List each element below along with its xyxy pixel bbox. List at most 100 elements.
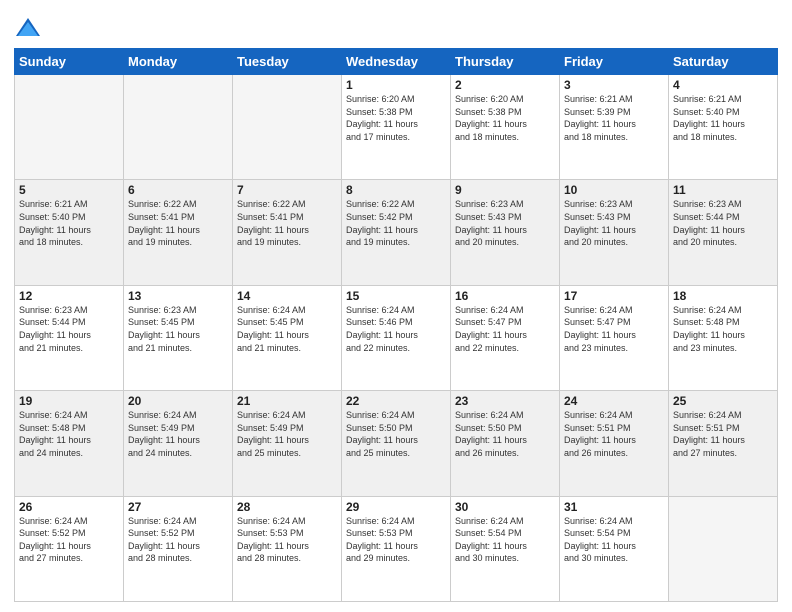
calendar-cell: 5Sunrise: 6:21 AM Sunset: 5:40 PM Daylig…: [15, 180, 124, 285]
day-info: Sunrise: 6:24 AM Sunset: 5:46 PM Dayligh…: [346, 304, 446, 354]
day-number: 16: [455, 289, 555, 303]
weekday-header-row: SundayMondayTuesdayWednesdayThursdayFrid…: [15, 49, 778, 75]
day-info: Sunrise: 6:24 AM Sunset: 5:53 PM Dayligh…: [346, 515, 446, 565]
day-info: Sunrise: 6:24 AM Sunset: 5:49 PM Dayligh…: [237, 409, 337, 459]
calendar-cell: 13Sunrise: 6:23 AM Sunset: 5:45 PM Dayli…: [124, 285, 233, 390]
calendar-week-2: 12Sunrise: 6:23 AM Sunset: 5:44 PM Dayli…: [15, 285, 778, 390]
calendar-cell: [233, 75, 342, 180]
day-info: Sunrise: 6:23 AM Sunset: 5:44 PM Dayligh…: [19, 304, 119, 354]
calendar-cell: 14Sunrise: 6:24 AM Sunset: 5:45 PM Dayli…: [233, 285, 342, 390]
day-info: Sunrise: 6:24 AM Sunset: 5:54 PM Dayligh…: [455, 515, 555, 565]
day-info: Sunrise: 6:22 AM Sunset: 5:41 PM Dayligh…: [128, 198, 228, 248]
day-info: Sunrise: 6:24 AM Sunset: 5:50 PM Dayligh…: [346, 409, 446, 459]
day-number: 22: [346, 394, 446, 408]
day-info: Sunrise: 6:24 AM Sunset: 5:47 PM Dayligh…: [455, 304, 555, 354]
calendar-cell: 31Sunrise: 6:24 AM Sunset: 5:54 PM Dayli…: [560, 496, 669, 601]
day-number: 18: [673, 289, 773, 303]
day-number: 27: [128, 500, 228, 514]
calendar-table: SundayMondayTuesdayWednesdayThursdayFrid…: [14, 48, 778, 602]
day-number: 30: [455, 500, 555, 514]
calendar-cell: 29Sunrise: 6:24 AM Sunset: 5:53 PM Dayli…: [342, 496, 451, 601]
day-info: Sunrise: 6:23 AM Sunset: 5:45 PM Dayligh…: [128, 304, 228, 354]
calendar-cell: 25Sunrise: 6:24 AM Sunset: 5:51 PM Dayli…: [669, 391, 778, 496]
day-number: 5: [19, 183, 119, 197]
day-info: Sunrise: 6:24 AM Sunset: 5:50 PM Dayligh…: [455, 409, 555, 459]
calendar-cell: 21Sunrise: 6:24 AM Sunset: 5:49 PM Dayli…: [233, 391, 342, 496]
calendar-cell: 23Sunrise: 6:24 AM Sunset: 5:50 PM Dayli…: [451, 391, 560, 496]
day-info: Sunrise: 6:22 AM Sunset: 5:42 PM Dayligh…: [346, 198, 446, 248]
day-number: 15: [346, 289, 446, 303]
calendar-week-0: 1Sunrise: 6:20 AM Sunset: 5:38 PM Daylig…: [15, 75, 778, 180]
weekday-friday: Friday: [560, 49, 669, 75]
day-number: 28: [237, 500, 337, 514]
day-number: 2: [455, 78, 555, 92]
day-info: Sunrise: 6:24 AM Sunset: 5:51 PM Dayligh…: [564, 409, 664, 459]
weekday-saturday: Saturday: [669, 49, 778, 75]
calendar-cell: [124, 75, 233, 180]
day-number: 23: [455, 394, 555, 408]
calendar-week-3: 19Sunrise: 6:24 AM Sunset: 5:48 PM Dayli…: [15, 391, 778, 496]
day-number: 7: [237, 183, 337, 197]
calendar-cell: 6Sunrise: 6:22 AM Sunset: 5:41 PM Daylig…: [124, 180, 233, 285]
logo: [14, 14, 44, 42]
weekday-tuesday: Tuesday: [233, 49, 342, 75]
day-info: Sunrise: 6:24 AM Sunset: 5:52 PM Dayligh…: [19, 515, 119, 565]
day-number: 17: [564, 289, 664, 303]
day-number: 4: [673, 78, 773, 92]
calendar-cell: 27Sunrise: 6:24 AM Sunset: 5:52 PM Dayli…: [124, 496, 233, 601]
calendar-cell: [15, 75, 124, 180]
day-info: Sunrise: 6:23 AM Sunset: 5:44 PM Dayligh…: [673, 198, 773, 248]
calendar-week-1: 5Sunrise: 6:21 AM Sunset: 5:40 PM Daylig…: [15, 180, 778, 285]
calendar-week-4: 26Sunrise: 6:24 AM Sunset: 5:52 PM Dayli…: [15, 496, 778, 601]
day-info: Sunrise: 6:23 AM Sunset: 5:43 PM Dayligh…: [455, 198, 555, 248]
day-info: Sunrise: 6:24 AM Sunset: 5:49 PM Dayligh…: [128, 409, 228, 459]
calendar-cell: 7Sunrise: 6:22 AM Sunset: 5:41 PM Daylig…: [233, 180, 342, 285]
day-info: Sunrise: 6:21 AM Sunset: 5:40 PM Dayligh…: [673, 93, 773, 143]
day-info: Sunrise: 6:24 AM Sunset: 5:48 PM Dayligh…: [19, 409, 119, 459]
calendar-cell: 3Sunrise: 6:21 AM Sunset: 5:39 PM Daylig…: [560, 75, 669, 180]
day-number: 24: [564, 394, 664, 408]
calendar-cell: 1Sunrise: 6:20 AM Sunset: 5:38 PM Daylig…: [342, 75, 451, 180]
calendar-cell: 19Sunrise: 6:24 AM Sunset: 5:48 PM Dayli…: [15, 391, 124, 496]
day-number: 10: [564, 183, 664, 197]
calendar-cell: 2Sunrise: 6:20 AM Sunset: 5:38 PM Daylig…: [451, 75, 560, 180]
day-info: Sunrise: 6:20 AM Sunset: 5:38 PM Dayligh…: [346, 93, 446, 143]
calendar-cell: 30Sunrise: 6:24 AM Sunset: 5:54 PM Dayli…: [451, 496, 560, 601]
day-info: Sunrise: 6:24 AM Sunset: 5:45 PM Dayligh…: [237, 304, 337, 354]
day-number: 31: [564, 500, 664, 514]
calendar-cell: 22Sunrise: 6:24 AM Sunset: 5:50 PM Dayli…: [342, 391, 451, 496]
day-number: 13: [128, 289, 228, 303]
day-info: Sunrise: 6:21 AM Sunset: 5:40 PM Dayligh…: [19, 198, 119, 248]
day-info: Sunrise: 6:24 AM Sunset: 5:53 PM Dayligh…: [237, 515, 337, 565]
day-number: 6: [128, 183, 228, 197]
calendar-cell: 18Sunrise: 6:24 AM Sunset: 5:48 PM Dayli…: [669, 285, 778, 390]
calendar-cell: 16Sunrise: 6:24 AM Sunset: 5:47 PM Dayli…: [451, 285, 560, 390]
day-info: Sunrise: 6:22 AM Sunset: 5:41 PM Dayligh…: [237, 198, 337, 248]
day-number: 29: [346, 500, 446, 514]
calendar-cell: 15Sunrise: 6:24 AM Sunset: 5:46 PM Dayli…: [342, 285, 451, 390]
weekday-sunday: Sunday: [15, 49, 124, 75]
weekday-monday: Monday: [124, 49, 233, 75]
calendar-cell: 12Sunrise: 6:23 AM Sunset: 5:44 PM Dayli…: [15, 285, 124, 390]
day-number: 12: [19, 289, 119, 303]
day-number: 21: [237, 394, 337, 408]
day-info: Sunrise: 6:20 AM Sunset: 5:38 PM Dayligh…: [455, 93, 555, 143]
logo-icon: [14, 14, 42, 42]
calendar-cell: 28Sunrise: 6:24 AM Sunset: 5:53 PM Dayli…: [233, 496, 342, 601]
day-info: Sunrise: 6:24 AM Sunset: 5:47 PM Dayligh…: [564, 304, 664, 354]
day-number: 3: [564, 78, 664, 92]
calendar-cell: 8Sunrise: 6:22 AM Sunset: 5:42 PM Daylig…: [342, 180, 451, 285]
day-info: Sunrise: 6:24 AM Sunset: 5:54 PM Dayligh…: [564, 515, 664, 565]
calendar-cell: 24Sunrise: 6:24 AM Sunset: 5:51 PM Dayli…: [560, 391, 669, 496]
page: SundayMondayTuesdayWednesdayThursdayFrid…: [0, 0, 792, 612]
day-number: 8: [346, 183, 446, 197]
day-info: Sunrise: 6:21 AM Sunset: 5:39 PM Dayligh…: [564, 93, 664, 143]
day-info: Sunrise: 6:24 AM Sunset: 5:51 PM Dayligh…: [673, 409, 773, 459]
weekday-thursday: Thursday: [451, 49, 560, 75]
calendar-cell: 20Sunrise: 6:24 AM Sunset: 5:49 PM Dayli…: [124, 391, 233, 496]
day-number: 19: [19, 394, 119, 408]
calendar-cell: 9Sunrise: 6:23 AM Sunset: 5:43 PM Daylig…: [451, 180, 560, 285]
day-number: 26: [19, 500, 119, 514]
header: [14, 10, 778, 42]
day-info: Sunrise: 6:24 AM Sunset: 5:48 PM Dayligh…: [673, 304, 773, 354]
